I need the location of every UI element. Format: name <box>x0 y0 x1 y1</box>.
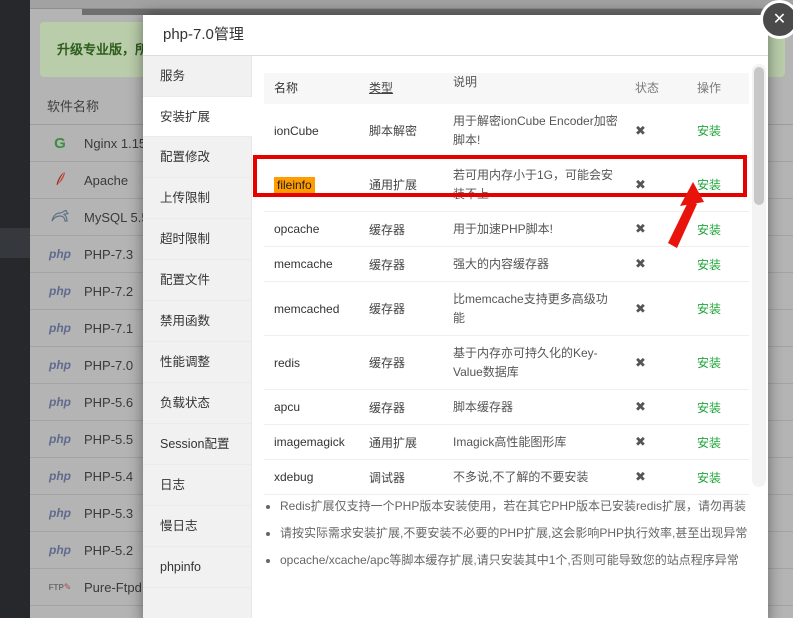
extension-row-fileinfo: fileinfo 通用扩展 若可用内存小于1G，可能会安装不上 ✖ 安装 <box>264 158 749 212</box>
tab-session-config[interactable]: Session配置 <box>143 424 251 465</box>
tab-load-status[interactable]: 负载状态 <box>143 383 251 424</box>
php-icon: php <box>44 543 76 557</box>
not-installed-icon: ✖ <box>635 399 646 414</box>
extension-name: imagemagick <box>274 435 345 449</box>
tab-timeout-limit[interactable]: 超时限制 <box>143 219 251 260</box>
note-item: opcache/xcache/apc等脚本缓存扩展,请只安装其中1个,否则可能导… <box>280 547 758 574</box>
php-icon: php <box>44 321 76 335</box>
extension-name: opcache <box>274 222 319 236</box>
tab-slow-log[interactable]: 慢日志 <box>143 506 251 547</box>
install-link[interactable]: 安装 <box>697 302 721 316</box>
not-installed-icon: ✖ <box>635 301 646 316</box>
php-manage-dialog: php-7.0管理 服务 安装扩展 配置修改 上传限制 超时限制 配置文件 禁用… <box>143 15 768 618</box>
table-scrollbar-thumb[interactable] <box>754 67 764 205</box>
note-item: 请按实际需求安装扩展,不要安装不必要的PHP扩展,这会影响PHP执行效率,甚至出… <box>280 520 758 547</box>
tab-disabled-functions[interactable]: 禁用函数 <box>143 301 251 342</box>
nginx-icon: G <box>44 135 76 152</box>
extension-row-ioncube: ionCube 脚本解密 用于解密ionCube Encoder加密脚本! ✖ … <box>264 104 749 158</box>
extension-row-opcache: opcache 缓存器 用于加速PHP脚本! ✖ 安装 <box>264 212 749 247</box>
extension-desc: 用于加速PHP脚本! <box>443 220 625 239</box>
php-icon: php <box>44 469 76 483</box>
install-link[interactable]: 安装 <box>697 356 721 370</box>
extension-type: 缓存器 <box>359 221 443 238</box>
close-icon[interactable]: ✕ <box>760 0 793 39</box>
extension-row-redis: redis 缓存器 基于内存亦可持久化的Key-Value数据库 ✖ 安装 <box>264 336 749 390</box>
install-link[interactable]: 安装 <box>697 401 721 415</box>
tab-phpinfo[interactable]: phpinfo <box>143 547 251 588</box>
php-icon: php <box>44 395 76 409</box>
ftp-icon: FTP✎ <box>44 582 76 593</box>
apache-feather-icon <box>44 171 76 190</box>
extension-desc: 不多说,不了解的不要安装 <box>443 468 625 487</box>
extension-name-highlighted: fileinfo <box>274 177 315 193</box>
extension-name: memcached <box>274 302 339 316</box>
extension-desc: Imagick高性能图形库 <box>443 433 625 452</box>
extension-type: 缓存器 <box>359 300 443 317</box>
tab-install-extensions[interactable]: 安装扩展 <box>143 97 252 137</box>
sidebar-active-item <box>0 228 30 258</box>
extension-type: 缓存器 <box>359 399 443 416</box>
extension-name: ionCube <box>274 124 319 138</box>
tab-config-file[interactable]: 配置文件 <box>143 260 251 301</box>
extension-row-xdebug: xdebug 调试器 不多说,不了解的不要安装 ✖ 安装 <box>264 460 749 495</box>
php-icon: php <box>44 358 76 372</box>
install-link[interactable]: 安装 <box>697 258 721 272</box>
php-icon: php <box>44 284 76 298</box>
install-link-fileinfo[interactable]: 安装 <box>697 178 721 192</box>
extension-desc: 强大的内容缓存器 <box>443 255 625 274</box>
not-installed-icon: ✖ <box>635 123 646 138</box>
dialog-tab-list: 服务 安装扩展 配置修改 上传限制 超时限制 配置文件 禁用函数 性能调整 负载… <box>143 56 252 618</box>
extension-desc: 用于解密ionCube Encoder加密脚本! <box>443 112 625 150</box>
install-link[interactable]: 安装 <box>697 471 721 485</box>
note-item: Redis扩展仅支持一个PHP版本安装使用，若在其它PHP版本已安装redis扩… <box>280 493 758 520</box>
extension-name: memcache <box>274 257 333 271</box>
php-icon: php <box>44 432 76 446</box>
extension-desc: 基于内存亦可持久化的Key-Value数据库 <box>443 344 625 382</box>
install-link[interactable]: 安装 <box>697 223 721 237</box>
extension-name: xdebug <box>274 470 313 484</box>
not-installed-icon: ✖ <box>635 434 646 449</box>
not-installed-icon: ✖ <box>635 469 646 484</box>
extension-name: redis <box>274 356 300 370</box>
php-icon: php <box>44 247 76 261</box>
extensions-table: 名称 类型 说明 状态 操作 ionCube 脚本解密 用于解密ionCube … <box>264 73 749 495</box>
mysql-dolphin-icon <box>44 209 76 225</box>
tab-config-modify[interactable]: 配置修改 <box>143 137 251 178</box>
extension-desc: 比memcache支持更多高级功能 <box>443 290 625 328</box>
panel-dark-sidebar <box>0 0 30 618</box>
not-installed-icon: ✖ <box>635 355 646 370</box>
tab-service[interactable]: 服务 <box>143 56 251 97</box>
table-scrollbar-track <box>752 64 766 487</box>
not-installed-icon: ✖ <box>635 256 646 271</box>
dialog-title: php-7.0管理 <box>143 15 768 56</box>
screen: 升级专业版，所 软件名称 G Nginx 1.15. Apache MySQL … <box>0 0 793 618</box>
php-icon: php <box>44 506 76 520</box>
extension-type: 脚本解密 <box>359 122 443 139</box>
extension-desc: 若可用内存小于1G，可能会安装不上 <box>443 166 625 204</box>
tab-log[interactable]: 日志 <box>143 465 251 506</box>
tab-upload-limit[interactable]: 上传限制 <box>143 178 251 219</box>
not-installed-icon: ✖ <box>635 177 646 192</box>
extension-row-apcu: apcu 缓存器 脚本缓存器 ✖ 安装 <box>264 390 749 425</box>
extension-type: 缓存器 <box>359 256 443 273</box>
install-link[interactable]: 安装 <box>697 124 721 138</box>
install-link[interactable]: 安装 <box>697 436 721 450</box>
extension-type: 通用扩展 <box>359 176 443 193</box>
extension-row-memcached: memcached 缓存器 比memcache支持更多高级功能 ✖ 安装 <box>264 282 749 336</box>
extension-row-imagemagick: imagemagick 通用扩展 Imagick高性能图形库 ✖ 安装 <box>264 425 749 460</box>
not-installed-icon: ✖ <box>635 221 646 236</box>
tab-performance[interactable]: 性能调整 <box>143 342 251 383</box>
extension-desc: 脚本缓存器 <box>443 398 625 417</box>
pencil-icon: ✎ <box>64 582 72 592</box>
extension-row-memcache: memcache 缓存器 强大的内容缓存器 ✖ 安装 <box>264 247 749 282</box>
page-topbar <box>30 0 793 9</box>
extension-type: 调试器 <box>359 469 443 486</box>
extension-notes: Redis扩展仅支持一个PHP版本安装使用，若在其它PHP版本已安装redis扩… <box>265 493 758 574</box>
extension-type: 缓存器 <box>359 354 443 371</box>
table-header-row: 名称 类型 说明 状态 操作 <box>264 73 749 104</box>
extension-name: apcu <box>274 400 300 414</box>
extension-type: 通用扩展 <box>359 434 443 451</box>
